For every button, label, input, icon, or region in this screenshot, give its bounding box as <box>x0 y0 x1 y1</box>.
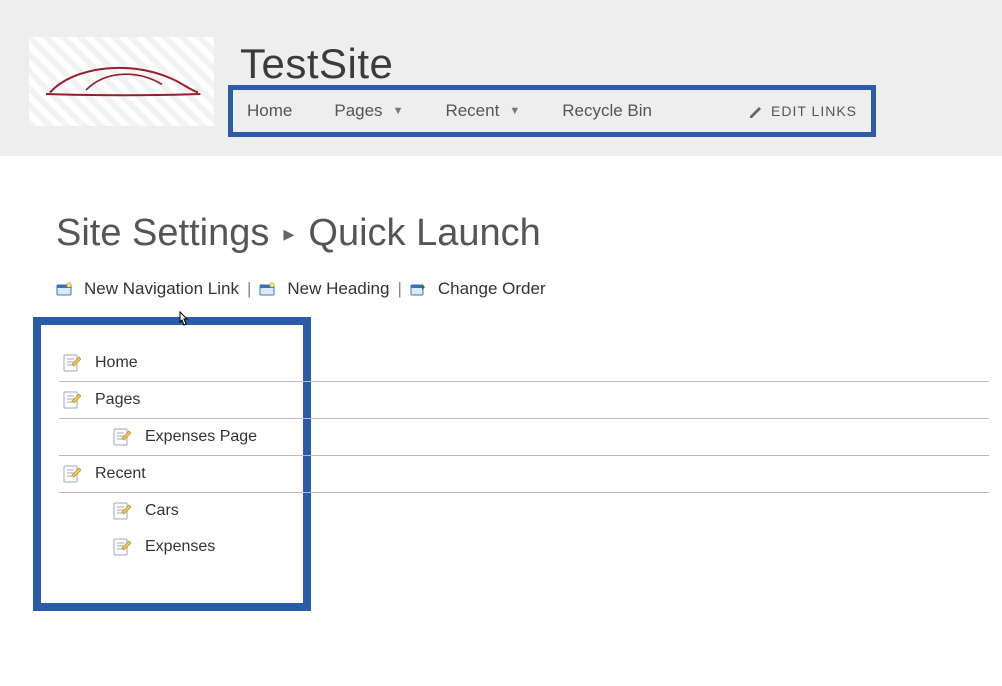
tree-label: Expenses Page <box>145 428 257 446</box>
new-heading-icon <box>259 282 275 296</box>
edit-links-button[interactable]: EDIT LINKS <box>749 103 857 119</box>
breadcrumb-separator-icon: ▸ <box>283 221 294 247</box>
top-nav-bar: Home Pages ▼ Recent ▼ Recycle Bin EDIT L… <box>228 85 876 137</box>
car-logo-icon <box>37 62 207 102</box>
change-order-icon <box>410 282 426 296</box>
edit-links-label: EDIT LINKS <box>771 103 857 119</box>
edit-page-icon <box>63 354 81 372</box>
tree-label: Expenses <box>145 538 215 556</box>
breadcrumb-current: Quick Launch <box>308 212 540 255</box>
chevron-down-icon: ▼ <box>509 105 520 117</box>
tree-heading-recent[interactable]: Recent <box>41 456 303 492</box>
pointer-cursor-icon <box>175 310 193 332</box>
edit-page-icon <box>113 502 131 520</box>
quick-launch-tree: Home Pages Expenses Page Recent Cars <box>33 317 311 611</box>
new-heading-link[interactable]: New Heading <box>287 279 389 299</box>
separator: | <box>247 279 251 299</box>
new-link-icon <box>56 282 72 296</box>
tree-item-expenses-page[interactable]: Expenses Page <box>41 419 303 455</box>
tree-label: Cars <box>145 502 179 520</box>
topnav-item-recent[interactable]: Recent ▼ <box>445 101 520 121</box>
chevron-down-icon: ▼ <box>393 105 404 117</box>
edit-page-icon <box>63 465 81 483</box>
site-title[interactable]: TestSite <box>240 40 393 88</box>
tree-label: Recent <box>95 465 146 483</box>
tree-label: Pages <box>95 391 140 409</box>
tree-heading-pages[interactable]: Pages <box>41 382 303 418</box>
page-title: Site Settings ▸ Quick Launch <box>56 212 1002 255</box>
tree-item-expenses[interactable]: Expenses <box>41 529 303 565</box>
topnav-label: Recycle Bin <box>562 101 652 121</box>
edit-page-icon <box>63 391 81 409</box>
tree-label: Home <box>95 354 138 372</box>
change-order-link[interactable]: Change Order <box>438 279 546 299</box>
topnav-label: Recent <box>445 101 499 121</box>
topnav-label: Pages <box>334 101 382 121</box>
edit-page-icon <box>113 538 131 556</box>
tree-item-cars[interactable]: Cars <box>41 493 303 529</box>
pencil-icon <box>749 104 763 118</box>
edit-page-icon <box>113 428 131 446</box>
topnav-item-home[interactable]: Home <box>247 101 292 121</box>
tree-heading-home[interactable]: Home <box>41 345 303 381</box>
site-logo[interactable] <box>29 37 214 126</box>
new-navigation-link[interactable]: New Navigation Link <box>84 279 239 299</box>
topnav-item-recycle-bin[interactable]: Recycle Bin <box>562 101 652 121</box>
separator: | <box>397 279 401 299</box>
breadcrumb-parent[interactable]: Site Settings <box>56 212 269 255</box>
action-bar: New Navigation Link | New Heading | Chan… <box>56 279 1002 299</box>
topnav-label: Home <box>247 101 292 121</box>
topnav-item-pages[interactable]: Pages ▼ <box>334 101 403 121</box>
